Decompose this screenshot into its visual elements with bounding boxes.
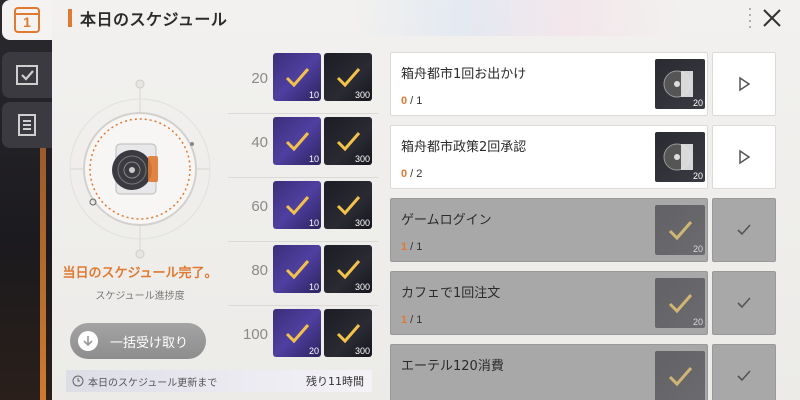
task-name: 箱舟都市1回お出かけ	[401, 67, 527, 82]
reward-item[interactable]: 10	[273, 117, 321, 165]
task-progress: 0 / 2	[401, 168, 423, 180]
reward-qty: 20	[308, 346, 319, 356]
reward-qty: 10	[308, 282, 319, 292]
progress-label: スケジュール進捗度	[95, 291, 185, 302]
calendar-icon: 1	[14, 7, 40, 33]
checklist-icon	[16, 65, 38, 85]
task-progress: 0 / 1	[401, 95, 423, 107]
go-button[interactable]	[712, 52, 776, 116]
reward-item[interactable]: 10	[273, 181, 321, 229]
task-name: 箱舟都市政策2回承認	[401, 140, 527, 155]
milestone-row: 60 10 300	[228, 178, 378, 242]
checkmark-icon	[737, 224, 751, 236]
reward-item[interactable]: 10	[273, 53, 321, 101]
progress-dial	[69, 79, 211, 259]
task-name: エーテル120消費	[401, 359, 504, 374]
tab-notebook[interactable]	[2, 102, 52, 148]
task-card: 箱舟都市1回お出かけ 0 / 1 20	[390, 52, 708, 116]
refresh-label: 本日のスケジュール更新まで	[88, 377, 218, 389]
reward-item[interactable]: 300	[324, 181, 372, 229]
reward-item[interactable]: 10	[273, 245, 321, 293]
milestone-row: 80 10 300	[228, 242, 378, 306]
reward-item[interactable]: 300	[324, 245, 372, 293]
reward-item[interactable]: 20	[273, 309, 321, 357]
reward-item[interactable]: 300	[324, 309, 372, 357]
milestone-row: 40 10 300	[228, 114, 378, 178]
close-icon[interactable]	[760, 6, 784, 30]
task-name: カフェで1回注文	[401, 286, 501, 301]
task-reward-item[interactable]: 20	[655, 132, 705, 182]
reward-item[interactable]: 300	[324, 117, 372, 165]
completed-marker	[712, 344, 776, 400]
tab-daily-schedule[interactable]: 1	[2, 0, 52, 40]
reward-item[interactable]: 300	[324, 53, 372, 101]
reward-qty: 300	[354, 346, 370, 356]
task-row: 箱舟都市1回お出かけ 0 / 1 20	[390, 52, 776, 116]
go-button[interactable]	[712, 125, 776, 189]
progress-area: 当日のスケジュール完了。 スケジュール進捗度 一括受け取り 本日のスケジュール更…	[52, 36, 372, 400]
reward-qty: 20	[692, 244, 703, 254]
task-card: カフェで1回注文 1 / 1 20	[390, 271, 708, 335]
checkmark-icon	[737, 297, 751, 309]
milestone-row: 100 20 300	[228, 306, 378, 370]
milestone-points: 20	[251, 70, 268, 87]
task-row: ゲームログイン 1 / 1 20	[390, 198, 776, 262]
reward-qty: 300	[354, 282, 370, 292]
header-decoration	[352, 0, 682, 36]
clock-icon	[72, 375, 84, 387]
milestone-points: 60	[251, 198, 268, 215]
play-icon	[739, 149, 751, 165]
reward-qty: 10	[308, 218, 319, 228]
task-reward-item: 20	[655, 278, 705, 328]
task-row: エーテル120消費	[390, 344, 776, 400]
milestone-points: 100	[242, 326, 268, 343]
checkmark-icon	[737, 370, 751, 382]
reward-qty: 300	[354, 90, 370, 100]
reward-qty: 300	[354, 218, 370, 228]
milestone-list: 20 10 300 40 10 300 60 10 300 80 10 300 …	[228, 50, 378, 370]
reward-qty: 10	[308, 90, 319, 100]
completed-marker	[712, 271, 776, 335]
title-accent-bar	[68, 9, 72, 27]
refresh-remaining: 残り11時間	[306, 375, 364, 388]
task-name: ゲームログイン	[401, 213, 492, 228]
milestone-points: 40	[251, 134, 268, 151]
play-icon	[739, 76, 751, 92]
task-progress: 1 / 1	[401, 314, 423, 326]
more-menu-icon[interactable]	[746, 8, 754, 28]
download-icon	[78, 331, 98, 351]
task-reward-item: 20	[655, 205, 705, 255]
task-list: 箱舟都市1回お出かけ 0 / 1 20 箱舟都市政策2回承認 0 / 2 20	[390, 52, 776, 400]
notebook-icon	[18, 114, 36, 136]
reward-qty: 20	[692, 171, 703, 181]
task-card: 箱舟都市政策2回承認 0 / 2 20	[390, 125, 708, 189]
completed-marker	[712, 198, 776, 262]
calendar-day: 1	[23, 14, 31, 30]
schedule-complete-text: 当日のスケジュール完了。	[62, 266, 218, 281]
task-row: カフェで1回注文 1 / 1 20	[390, 271, 776, 335]
task-card: エーテル120消費	[390, 344, 708, 400]
reward-qty: 10	[308, 154, 319, 164]
claim-all-label: 一括受け取り	[110, 335, 189, 351]
reward-qty: 20	[692, 98, 703, 108]
task-reward-item	[655, 351, 705, 400]
reward-qty: 20	[692, 317, 703, 327]
page-title: 本日のスケジュール	[80, 10, 228, 29]
check-icon	[668, 367, 693, 387]
task-progress: 1 / 1	[401, 241, 423, 253]
tab-checklist[interactable]	[2, 52, 52, 98]
reward-qty: 300	[354, 154, 370, 164]
task-card: ゲームログイン 1 / 1 20	[390, 198, 708, 262]
side-rail: 1	[0, 0, 52, 400]
schedule-panel: 本日のスケジュール 当日のスケジュール完了。 スケジュール進捗度 一括受け取り …	[52, 0, 800, 400]
claim-all-button[interactable]: 一括受け取り	[70, 323, 206, 359]
task-reward-item[interactable]: 20	[655, 59, 705, 109]
milestone-row: 20 10 300	[228, 50, 378, 114]
task-row: 箱舟都市政策2回承認 0 / 2 20	[390, 125, 776, 189]
panel-header: 本日のスケジュール	[52, 0, 800, 36]
milestone-points: 80	[251, 262, 268, 279]
refresh-timer-bar: 本日のスケジュール更新まで 残り11時間	[66, 370, 372, 392]
